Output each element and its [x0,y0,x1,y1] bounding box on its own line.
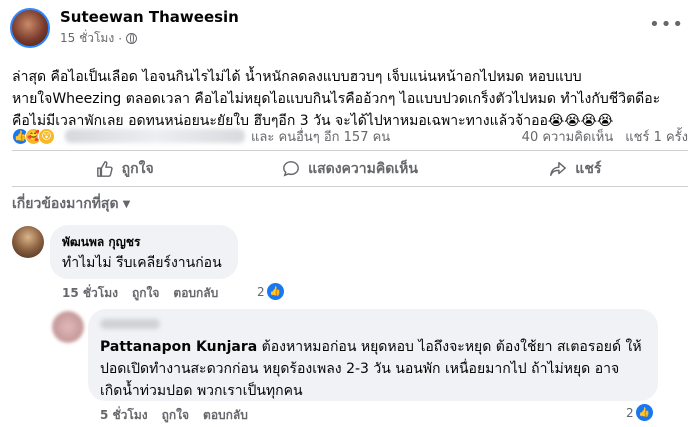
author-name[interactable]: Suteewan Thaweesin [60,8,239,26]
comment-button-label: แสดงความคิดเห็น [308,161,418,177]
comment-time[interactable]: 5 ชั่วโมง [100,406,148,425]
post-text-line: หายใจWheezing ตลอดเวลา คือไอไม่หยุดไอแบบ… [12,91,661,107]
shares-count[interactable]: แชร์ 1 ครั้ง [625,126,688,147]
chevron-down-icon: ▼ [122,198,131,210]
blurred-reactor-names [65,129,245,143]
share-button[interactable]: แชร์ [463,152,688,186]
post-text: ล่าสุด คือไอเป็นเลือด ไอจนกินไรไม่ได้ น้… [12,66,687,132]
comment-button[interactable]: แสดงความคิดเห็น [237,152,462,186]
like-button-label: ถูกใจ [121,161,154,177]
comment-reply-button[interactable]: ตอบกลับ [203,406,248,425]
comment-like-button[interactable]: ถูกใจ [132,284,159,303]
share-icon [550,161,567,177]
like-reaction-icon: 👍 [635,404,653,421]
comment-reaction-badge[interactable]: 2 👍 [257,283,284,300]
comment-reply-button[interactable]: ตอบกลับ [173,284,218,303]
dot-separator: · [118,31,123,46]
comment-text-line: ปอดเปิดทำงานสะดวกก่อน หยุดร้องเพลง 2-3 ว… [100,361,620,377]
comment-bubble: พัฒนพล กุญชร ทำไมไม่ รีบเคลียร์งานก่อน [50,225,238,279]
author-block: Suteewan Thaweesin 15 ชั่วโมง · [60,8,239,48]
post-text-line: ล่าสุด คือไอเป็นเลือด ไอจนกินไรไม่ได้ น้… [12,69,582,85]
blurred-commenter-name [100,319,160,329]
sort-label: เกี่ยวข้องมากที่สุด [12,196,119,212]
more-options-icon[interactable]: ••• [649,14,684,35]
post-header: Suteewan Thaweesin 15 ชั่วโมง · [10,8,239,48]
comment-bubble: Pattanapon Kunjara ต้องหาหมอก่อน หยุดหอบ… [88,309,658,401]
comment-actions: 5 ชั่วโมง ถูกใจ ตอบกลับ [100,406,248,425]
reaction-icons[interactable]: 👍 🥰 😮 [12,127,55,145]
share-button-label: แชร์ [575,161,602,177]
thumbs-up-icon [96,161,113,177]
comments-count[interactable]: 40 ความคิดเห็น [522,126,614,147]
commenter-name[interactable]: พัฒนพล กุญชร [62,233,226,252]
comment-actions: 15 ชั่วโมง ถูกใจ ตอบกลับ [62,284,218,303]
divider [12,150,688,151]
comment-like-button[interactable]: ถูกใจ [162,406,189,425]
comment-reaction-count: 2 [626,405,634,420]
comment-text-line: เกิดน้ำท่วมปอด พวกเราเป็นทุกคน [100,383,303,399]
commenter-avatar[interactable] [12,226,44,258]
reactions-summary: 👍 🥰 😮 และ คนอื่นๆ อีก 157 คน 40 ความคิดเ… [12,125,688,147]
comment-icon [283,161,299,177]
post-meta: 15 ชั่วโมง · [60,29,239,48]
comment-text: Pattanapon Kunjara ต้องหาหมอก่อน หยุดหอบ… [100,336,646,402]
engagement-counts: 40 ความคิดเห็น แชร์ 1 ครั้ง [522,126,688,147]
like-reaction-icon: 👍 [266,283,284,300]
haha-reaction-icon: 😮 [38,127,55,145]
mention-name[interactable]: Pattanapon Kunjara [100,339,257,355]
commenter-avatar[interactable] [52,311,84,343]
reactions-others[interactable]: และ คนอื่นๆ อีก 157 คน [251,126,390,147]
comment-text-segment: ต้องหาหมอก่อน หยุดหอบ ไอถึงจะหยุด ต้องใช… [257,339,642,355]
globe-icon [126,33,138,44]
comment-sort-dropdown[interactable]: เกี่ยวข้องมากที่สุด ▼ [12,193,130,215]
author-avatar[interactable] [10,8,50,48]
divider [12,186,688,187]
comment-time[interactable]: 15 ชั่วโมง [62,284,118,303]
like-button[interactable]: ถูกใจ [12,152,237,186]
comment-text-line: Pattanapon Kunjara ต้องหาหมอก่อน หยุดหอบ… [100,336,646,358]
comment-text: ทำไมไม่ รีบเคลียร์งานก่อน [62,255,222,271]
post-actions: ถูกใจ แสดงความคิดเห็น แชร์ [12,152,688,186]
post-time[interactable]: 15 ชั่วโมง [60,29,114,48]
comment-reaction-count: 2 [257,284,265,299]
comment-reaction-badge[interactable]: 2 👍 [626,404,653,421]
